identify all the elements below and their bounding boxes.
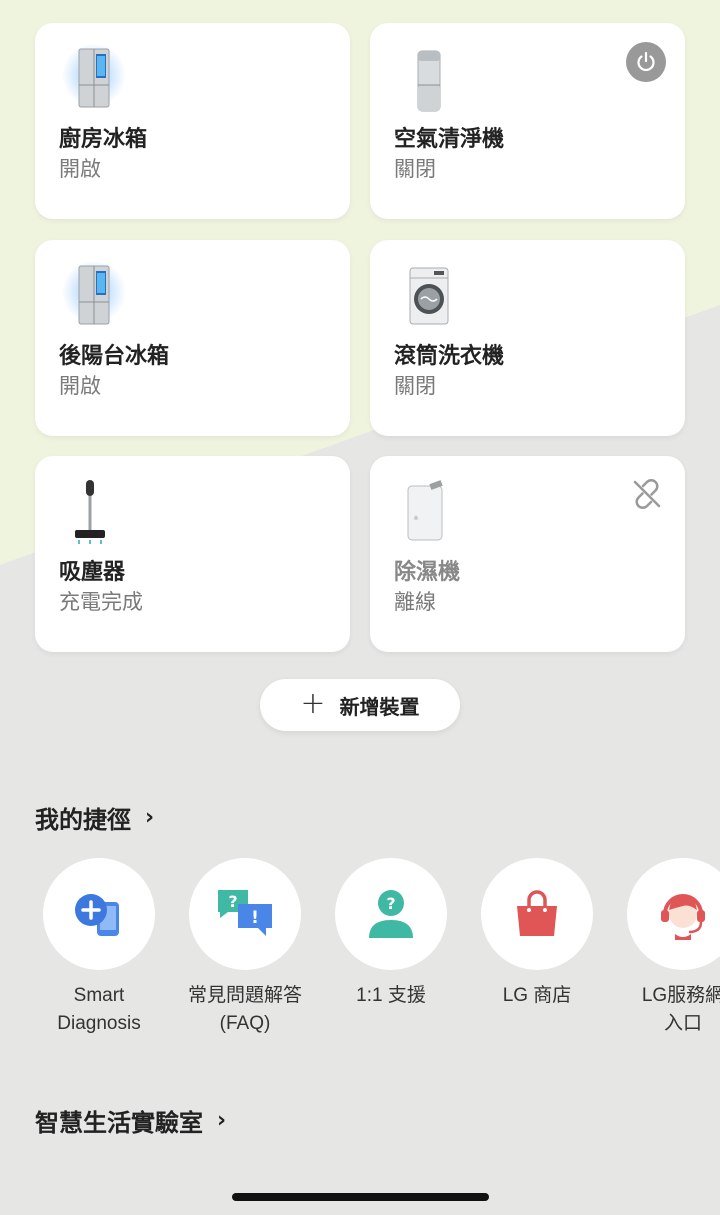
device-status: 離線 [394,590,436,614]
device-name: 除濕機 [394,560,461,585]
power-button[interactable] [626,42,666,82]
device-status: 開啟 [59,157,101,181]
device-status: 關閉 [394,157,436,181]
chevron-right-icon: › [217,1108,227,1133]
add-device-button[interactable]: + 新增裝置 [260,679,460,731]
refrigerator-icon [62,45,126,108]
device-card-dehumidifier[interactable]: 除濕機 離線 [370,456,685,652]
support-person-icon: ? [369,890,413,938]
device-status: 關閉 [394,374,436,398]
chevron-right-icon: › [145,805,155,830]
device-card-balcony-fridge[interactable]: 後陽台冰箱 開啟 [35,240,350,436]
shortcut-label: Smart Diagnosis [57,985,141,1034]
device-card-kitchen-fridge[interactable]: 廚房冰箱 開啟 [35,23,350,219]
shortcut-lg-service[interactable]: LG服務網 入口 [610,858,720,1038]
washing-machine-icon [409,267,449,325]
device-name: 空氣清淨機 [394,127,505,152]
smart-diagnosis-icon [75,894,119,936]
shortcut-label: 1:1 支援 [356,985,426,1006]
device-card-washing-machine[interactable]: 滾筒洗衣機 關閉 [370,240,685,436]
shortcut-label: 常見問題解答 (FAQ) [187,985,302,1034]
dehumidifier-icon [407,480,443,541]
device-card-air-purifier[interactable]: 空氣清淨機 關閉 [370,23,685,219]
device-status: 充電完成 [59,590,143,614]
unlink-icon [633,479,661,509]
air-purifier-icon [417,50,441,112]
faq-chat-icon: ? ! [218,890,272,936]
add-device-label: 新增裝置 [339,694,420,719]
shopping-bag-icon [517,890,557,936]
device-card-vacuum[interactable]: 吸塵器 充電完成 [35,456,350,652]
device-status: 開啟 [59,374,101,398]
shortcut-faq[interactable]: ? ! 常見問題解答 (FAQ) [172,858,318,1038]
svg-text:?: ? [228,892,237,911]
shortcut-support[interactable]: ? 1:1 支援 [318,858,464,1010]
svg-text:!: ! [251,908,259,928]
home-indicator[interactable] [232,1193,489,1201]
shortcut-label: LG服務網 入口 [641,985,720,1034]
power-icon [637,51,655,72]
shortcut-lg-store[interactable]: LG 商店 [464,858,610,1010]
shortcut-label: LG 商店 [502,985,572,1006]
shortcuts-header[interactable]: 我的捷徑 › [35,800,154,835]
device-name: 滾筒洗衣機 [394,344,505,369]
device-name: 廚房冰箱 [59,127,148,152]
shortcut-smart-diagnosis[interactable]: Smart Diagnosis [26,858,172,1038]
device-name: 吸塵器 [59,560,126,585]
smart-life-lab-header[interactable]: 智慧生活實驗室 › [35,1103,226,1138]
shortcuts-title: 我的捷徑 [35,806,131,834]
plus-icon: + [300,685,326,721]
vacuum-cleaner-icon [75,480,105,544]
svg-text:?: ? [386,894,395,913]
smart-life-lab-title: 智慧生活實驗室 [35,1109,203,1137]
device-name: 後陽台冰箱 [59,344,170,369]
refrigerator-icon [62,262,126,325]
service-agent-icon [661,894,705,940]
